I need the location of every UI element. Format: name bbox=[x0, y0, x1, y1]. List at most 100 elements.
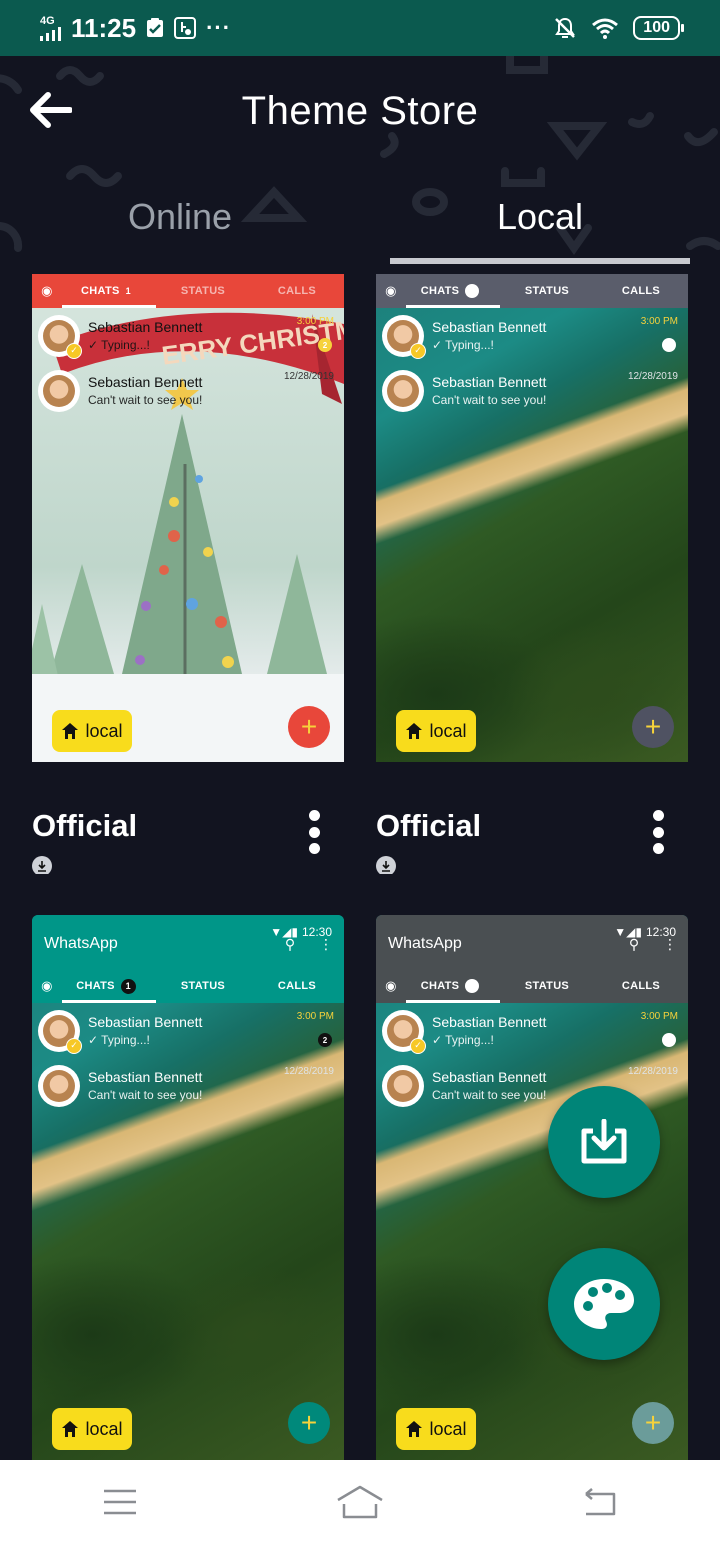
chat-time: 12/28/2019 bbox=[627, 371, 678, 382]
more-notifications: ··· bbox=[206, 15, 232, 40]
preview-tab-chats: CHATS bbox=[81, 285, 120, 297]
theme-card[interactable]: ◉ CHATS STATUS CALLS ✓ Sebastian Bennett… bbox=[376, 274, 688, 874]
status-bar: 4G 11:25 ··· 100 bbox=[0, 0, 720, 56]
signal-bars-icon bbox=[40, 26, 61, 41]
chat-name: Sebastian Bennett bbox=[432, 1014, 547, 1030]
theme-card[interactable]: ERRY CHRISTMA ◉ CHATS 1 STATUS CALLS ✓ Se… bbox=[32, 274, 344, 874]
status-time: 11:25 bbox=[71, 12, 137, 43]
chat-time: 3:00 PM bbox=[640, 1011, 678, 1022]
local-label: local bbox=[429, 720, 467, 741]
theme-card[interactable]: ▼◢▮ 12:30 WhatsApp ⚲ ⋮ ◉ CHATS 1 STATUS CALL… bbox=[32, 915, 344, 1460]
unread-badge: 2 bbox=[318, 338, 332, 352]
add-fab-preview: + bbox=[288, 706, 330, 748]
preview-tab-calls: CALLS bbox=[277, 980, 317, 992]
local-label: local bbox=[85, 720, 123, 741]
local-badge[interactable]: local bbox=[396, 1408, 476, 1450]
chat-time: 12/28/2019 bbox=[283, 371, 334, 382]
local-label: local bbox=[85, 1418, 123, 1439]
add-fab-preview: + bbox=[632, 706, 674, 748]
back-nav-button[interactable] bbox=[565, 1477, 635, 1527]
chat-name: Sebastian Bennett bbox=[88, 1069, 203, 1085]
chat-name: Sebastian Bennett bbox=[88, 374, 203, 390]
camera-icon: ◉ bbox=[41, 283, 53, 298]
theme-preview[interactable]: ◉ CHATS STATUS CALLS ✓ Sebastian Bennett… bbox=[376, 274, 688, 762]
card-info: Official bbox=[376, 784, 688, 874]
avatar: ✓ bbox=[38, 314, 82, 359]
tab-online[interactable]: Online bbox=[0, 180, 360, 264]
import-theme-button[interactable] bbox=[548, 1086, 660, 1198]
system-nav-bar bbox=[0, 1460, 720, 1544]
chat-name: Sebastian Bennett bbox=[432, 374, 547, 390]
import-icon bbox=[581, 1119, 627, 1164]
chat-row: Sebastian Bennett Can't wait to see you! … bbox=[32, 1058, 344, 1113]
theme-preview[interactable]: ERRY CHRISTMA ◉ CHATS 1 STATUS CALLS ✓ Se… bbox=[32, 274, 344, 762]
card-info: Official bbox=[32, 784, 344, 874]
chat-time: 3:00 PM bbox=[640, 316, 678, 327]
avatar bbox=[382, 1064, 424, 1107]
chat-name: Sebastian Bennett bbox=[88, 1014, 203, 1030]
local-badge[interactable]: local bbox=[52, 710, 132, 752]
menu-button[interactable] bbox=[85, 1477, 155, 1527]
add-fab-preview: + bbox=[288, 1402, 330, 1444]
chats-count: 1 bbox=[125, 286, 131, 296]
chat-message: Can't wait to see you! bbox=[88, 1088, 203, 1102]
unread-badge: 2 bbox=[318, 1033, 332, 1047]
preview-app-title: WhatsApp bbox=[388, 935, 462, 952]
home-icon bbox=[406, 1421, 423, 1437]
local-badge[interactable]: local bbox=[396, 710, 476, 752]
add-fab-preview: + bbox=[632, 1402, 674, 1444]
theme-card[interactable]: ▼◢▮ 12:30 WhatsApp ⚲ ⋮ ◉ CHATS STATUS CALLS… bbox=[376, 915, 688, 1460]
chat-row: Sebastian Bennett Can't wait to see you! … bbox=[32, 363, 344, 418]
camera-icon: ◉ bbox=[385, 978, 397, 993]
home-icon bbox=[62, 1421, 79, 1437]
preview-tab-calls: CALLS bbox=[621, 285, 661, 297]
more-options-button[interactable] bbox=[300, 806, 328, 858]
download-icon bbox=[376, 856, 396, 874]
preview-tab-status: STATUS bbox=[180, 285, 226, 297]
chat-name: Sebastian Bennett bbox=[432, 319, 547, 335]
avatar bbox=[382, 369, 424, 412]
local-badge[interactable]: local bbox=[52, 1408, 132, 1450]
menu-dots-icon: ⋮ bbox=[319, 935, 333, 952]
chat-time: 3:00 PM bbox=[296, 1011, 334, 1022]
customize-theme-button[interactable] bbox=[548, 1248, 660, 1360]
tab-local[interactable]: Local bbox=[360, 180, 720, 264]
theme-preview[interactable]: ▼◢▮ 12:30 WhatsApp ⚲ ⋮ ◉ CHATS 1 STATUS CALL… bbox=[32, 915, 344, 1460]
back-button[interactable] bbox=[24, 88, 76, 132]
preview-tabs: ◉ CHATS 1 STATUS CALLS bbox=[32, 274, 344, 308]
chat-row: ✓ Sebastian Bennett ✓ Typing...! 3:00 PM … bbox=[32, 1003, 344, 1058]
home-button[interactable] bbox=[325, 1477, 395, 1527]
avatar bbox=[38, 369, 80, 412]
chat-message: Can't wait to see you! bbox=[88, 393, 203, 407]
usb-settings-icon bbox=[174, 17, 197, 39]
preview-tab-status: STATUS bbox=[524, 285, 570, 297]
avatar: ✓ bbox=[38, 1009, 82, 1054]
arrow-left-icon bbox=[30, 92, 72, 128]
page-title: Theme Store bbox=[241, 88, 479, 133]
chat-row: ✓ Sebastian Bennett ✓ Typing...! 3:00 PM … bbox=[32, 308, 344, 363]
chat-message: Can't wait to see you! bbox=[432, 1088, 547, 1102]
avatar: ✓ bbox=[382, 1009, 426, 1054]
preview-tab-calls: CALLS bbox=[277, 285, 317, 297]
preview-appbar: ▼◢▮ 12:30 WhatsApp ⚲ ⋮ ◉ CHATS STATUS CALLS bbox=[376, 915, 688, 1003]
theme-preview[interactable]: ▼◢▮ 12:30 WhatsApp ⚲ ⋮ ◉ CHATS STATUS CALLS… bbox=[376, 915, 688, 1460]
preview-tab-status: STATUS bbox=[180, 980, 226, 992]
chat-message: Can't wait to see you! bbox=[432, 393, 547, 407]
theme-name: Official bbox=[376, 808, 482, 843]
store-tabs: Online Local bbox=[0, 180, 720, 264]
preview-tabs: ◉ CHATS 1 STATUS CALLS bbox=[32, 969, 344, 1003]
preview-tab-status: STATUS bbox=[524, 980, 570, 992]
theme-name: Official bbox=[32, 808, 138, 843]
search-icon: ⚲ bbox=[628, 935, 640, 952]
unread-badge bbox=[662, 338, 676, 352]
camera-icon: ◉ bbox=[41, 978, 53, 993]
chats-count: 1 bbox=[120, 978, 136, 994]
avatar: ✓ bbox=[382, 314, 426, 359]
chat-message: ✓ Typing...! bbox=[88, 1033, 150, 1047]
preview-tab-calls: CALLS bbox=[621, 980, 661, 992]
preview-tab-chats: CHATS bbox=[76, 980, 115, 992]
more-options-button[interactable] bbox=[644, 806, 672, 858]
home-icon bbox=[62, 723, 79, 739]
chat-message: ✓ Typing...! bbox=[88, 338, 150, 352]
camera-icon: ◉ bbox=[385, 283, 397, 298]
